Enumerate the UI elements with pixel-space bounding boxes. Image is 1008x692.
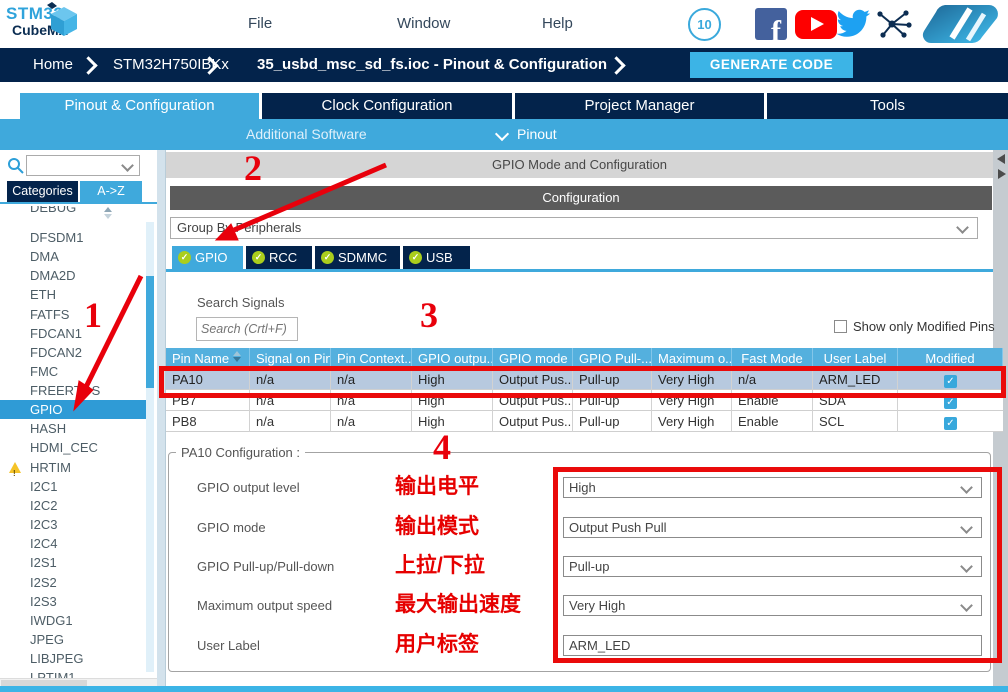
search-icon: [7, 157, 25, 175]
generate-code-button[interactable]: GENERATE CODE: [690, 52, 853, 78]
ten-years-badge-icon: 10: [688, 8, 721, 41]
user-label-label: User Label: [197, 635, 260, 656]
sidebar-item-i2s3[interactable]: I2S3: [0, 592, 146, 611]
menu-help[interactable]: Help: [542, 15, 573, 32]
tab-tools[interactable]: Tools: [767, 93, 1008, 119]
chevron-down-icon: [121, 159, 134, 172]
annotation-step-1: 1: [84, 298, 102, 332]
mode-title-bar: GPIO Mode and Configuration: [166, 152, 993, 178]
sidebar-item-i2s1[interactable]: I2S1: [0, 553, 146, 572]
sidebar-item-gpio[interactable]: GPIO: [0, 400, 146, 419]
annotation-step-2: 2: [244, 151, 262, 185]
sidebar-item-fmc[interactable]: FMC: [0, 362, 146, 381]
show-only-modified-checkbox[interactable]: [834, 320, 847, 333]
divider: [0, 202, 157, 204]
collapse-left-icon[interactable]: [997, 154, 1005, 164]
sidebar-item-fdcan2[interactable]: FDCAN2: [0, 343, 146, 362]
tab-clock-configuration[interactable]: Clock Configuration: [262, 93, 512, 119]
menu-window[interactable]: Window: [397, 15, 450, 32]
group-by-dropdown[interactable]: Group By Peripherals: [170, 217, 978, 239]
annotation-step-4: 4: [433, 430, 451, 464]
sub-toolbar: Additional Software Pinout: [0, 119, 1008, 150]
check-circle-icon: ✓: [178, 251, 191, 264]
configuration-title-bar: Configuration: [170, 186, 992, 210]
stm32cubemx-window: STM32 CubeMX File Window Help 10: [0, 0, 1008, 692]
annotation-zh-user-label: 用户标签: [395, 634, 479, 656]
check-circle-icon: ✓: [321, 251, 334, 264]
search-signals-input[interactable]: [196, 317, 298, 341]
sidebar-item-hdmi-cec[interactable]: HDMI_CEC: [0, 438, 146, 457]
annotation-zh-mode: 输出模式: [395, 516, 479, 538]
sidebar-scrollbar-thumb[interactable]: [146, 276, 154, 388]
sidebar-item-dma[interactable]: DMA: [0, 247, 146, 266]
sidebar-filter-combobox[interactable]: [26, 155, 140, 176]
sidebar-item-fdcan1[interactable]: FDCAN1: [0, 324, 146, 343]
breadcrumb-project[interactable]: 35_usbd_msc_sd_fs.ioc - Pinout & Configu…: [257, 48, 607, 82]
sidebar-item-i2s2[interactable]: I2S2: [0, 573, 146, 592]
chevron-down-icon: [956, 221, 969, 234]
sidebar-item-i2c2[interactable]: I2C2: [0, 496, 146, 515]
chevron-right-icon: [79, 56, 97, 74]
sidebar-item-dfsdm1[interactable]: DFSDM1: [0, 228, 146, 247]
pinout-menu[interactable]: Pinout: [517, 119, 557, 150]
gpio-pull-label: GPIO Pull-up/Pull-down: [197, 556, 334, 577]
annotation-step-3: 3: [420, 298, 438, 332]
peripheral-tab-sdmmc[interactable]: ✓ SDMMC: [315, 246, 400, 269]
chevron-down-icon: [495, 127, 509, 141]
sort-icon[interactable]: [233, 351, 241, 362]
sidebar-item-eth[interactable]: ETH: [0, 285, 146, 304]
st-community-icon[interactable]: [876, 9, 912, 39]
sidebar-item-hash[interactable]: HASH: [0, 419, 146, 438]
peripheral-tab-usb[interactable]: ✓ USB: [403, 246, 470, 269]
st-logo-icon: [918, 2, 1004, 45]
sidebar-item-i2c3[interactable]: I2C3: [0, 515, 146, 534]
facebook-icon[interactable]: [755, 8, 787, 40]
sidebar-item-libjpeg[interactable]: LIBJPEG: [0, 649, 146, 668]
bottom-accent-bar: [0, 686, 1008, 692]
tab-underline: [166, 269, 993, 272]
tab-categories[interactable]: Categories: [7, 181, 78, 202]
breadcrumb: Home STM32H750IBKx 35_usbd_msc_sd_fs.ioc…: [0, 48, 1008, 82]
tab-a-to-z[interactable]: A->Z: [80, 181, 142, 202]
sidebar-item-dma2d[interactable]: DMA2D: [0, 266, 146, 285]
warning-icon: [9, 462, 21, 473]
annotation-box-selected-row: [159, 366, 1006, 398]
annotation-zh-pull: 上拉/下拉: [395, 555, 485, 577]
sidebar-item-iwdg1[interactable]: IWDG1: [0, 611, 146, 630]
pa10-config-legend: PA10 Configuration :: [176, 445, 305, 460]
sidebar-item-i2c4[interactable]: I2C4: [0, 534, 146, 553]
menu-file[interactable]: File: [248, 15, 272, 32]
additional-software-link[interactable]: Additional Software: [246, 119, 367, 150]
sidebar-item-hrtim[interactable]: HRTIM: [0, 458, 146, 477]
gpio-mode-label: GPIO mode: [197, 517, 266, 538]
show-only-modified-label: Show only Modified Pins: [853, 319, 995, 334]
cube-logo-icon: [44, 1, 80, 37]
youtube-icon[interactable]: [795, 10, 837, 39]
check-circle-icon: ✓: [409, 251, 422, 264]
chevron-right-icon: [607, 56, 625, 74]
gpio-output-level-label: GPIO output level: [197, 477, 300, 498]
tab-pinout-configuration[interactable]: Pinout & Configuration: [20, 93, 259, 119]
breadcrumb-home[interactable]: Home: [33, 48, 73, 82]
check-circle-icon: ✓: [252, 251, 265, 264]
annotation-box-config-values: [553, 467, 1002, 663]
sidebar-item-freertos[interactable]: FREERTOS: [0, 381, 146, 400]
twitter-icon[interactable]: [835, 8, 871, 40]
annotation-zh-output-level: 输出电平: [395, 476, 479, 498]
sidebar-item-fatfs[interactable]: FATFS: [0, 305, 146, 324]
expand-right-icon[interactable]: [998, 169, 1006, 179]
table-row-pb8[interactable]: PB8 n/a n/a High Output Pus... Pull-up V…: [166, 411, 1003, 432]
search-signals-label: Search Signals: [197, 295, 284, 310]
peripheral-tab-gpio[interactable]: ✓ GPIO: [172, 246, 243, 269]
peripheral-tab-rcc[interactable]: ✓ RCC: [246, 246, 312, 269]
panel-splitter[interactable]: [157, 150, 166, 692]
tab-project-manager[interactable]: Project Manager: [515, 93, 764, 119]
sidebar-item-jpeg[interactable]: JPEG: [0, 630, 146, 649]
modified-checkbox[interactable]: [944, 417, 957, 430]
max-output-speed-label: Maximum output speed: [197, 595, 332, 616]
sidebar-item-debug[interactable]: DEBUG: [0, 206, 146, 218]
sidebar-item-i2c1[interactable]: I2C1: [0, 477, 146, 496]
annotation-zh-speed: 最大输出速度: [395, 594, 521, 616]
